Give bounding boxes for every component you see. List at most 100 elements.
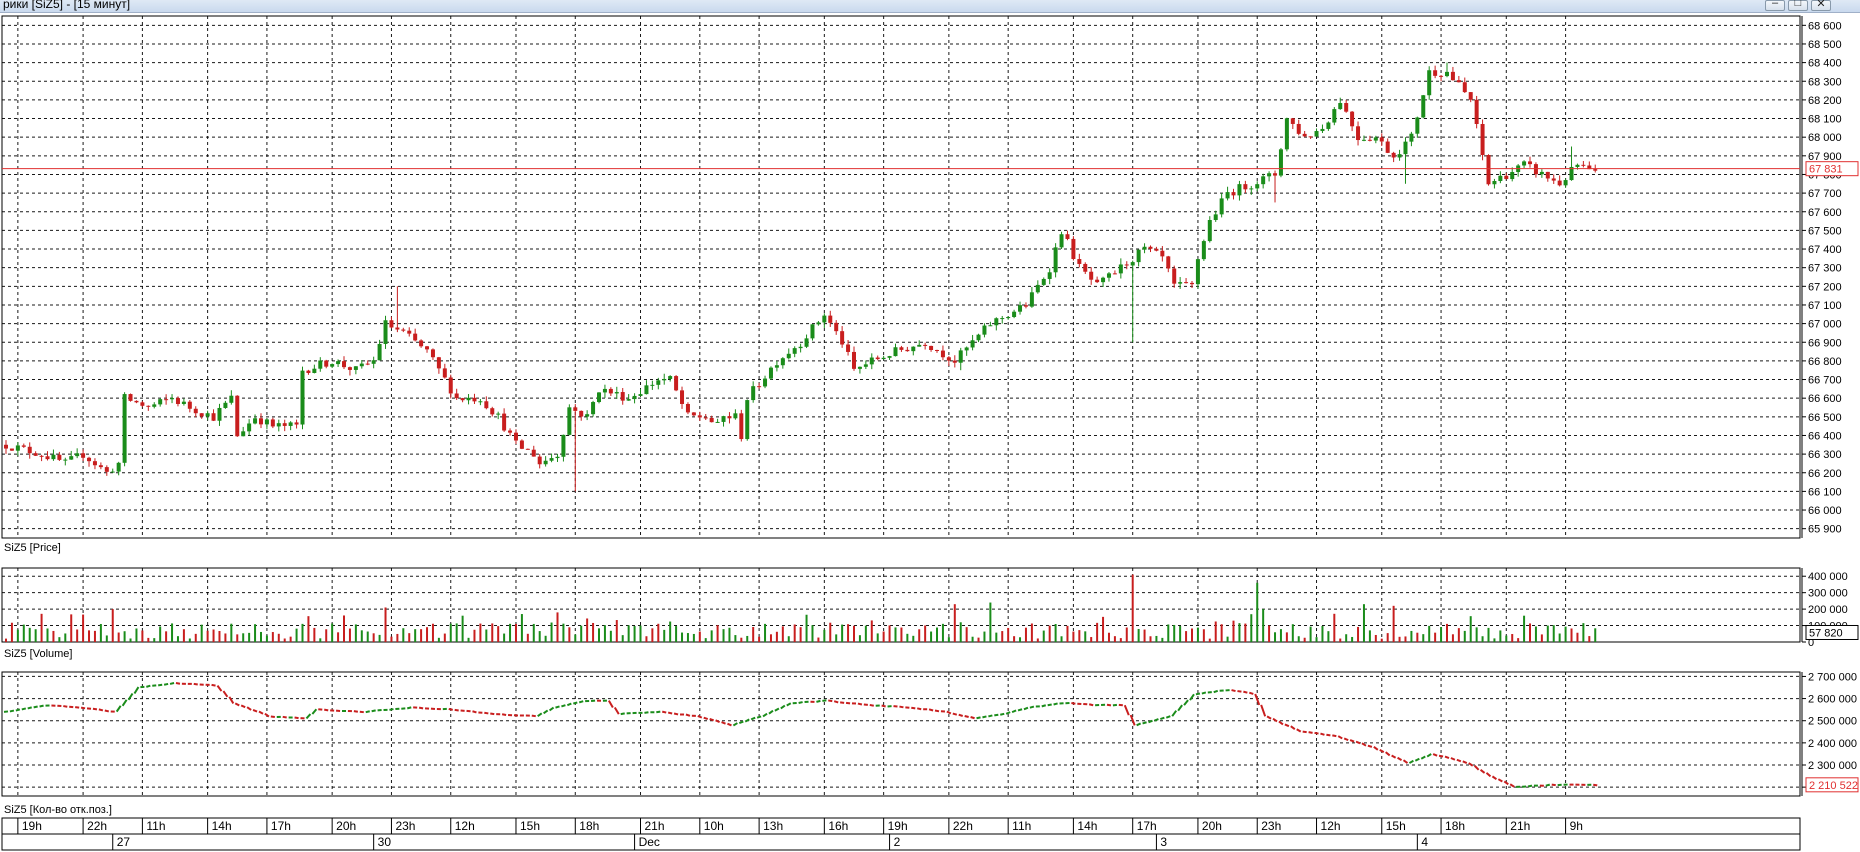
volume-panel-ytick-label: 200 000: [1808, 604, 1848, 616]
oi-segment: [916, 707, 922, 711]
oi-segment: [1237, 690, 1242, 693]
price-candle-body: [1350, 111, 1355, 127]
price-candle-body: [531, 449, 536, 457]
price-candle-body: [425, 346, 430, 350]
price-candle-body: [721, 416, 726, 422]
oi-segment: [98, 708, 104, 712]
price-candle-body: [1510, 172, 1515, 180]
hour-tick-label: 19h: [22, 819, 42, 833]
oi-segment: [964, 715, 969, 718]
oi-segment: [1450, 757, 1456, 761]
price-candle-body: [1018, 305, 1023, 312]
price-candle-body: [1498, 175, 1503, 182]
hour-tick-label: 21h: [1510, 819, 1530, 833]
oi-segment: [1473, 765, 1480, 771]
price-candle-body: [1421, 95, 1426, 118]
hour-tick-label: 15h: [1386, 819, 1406, 833]
price-candle-body: [680, 390, 685, 404]
oi-segment: [661, 710, 667, 714]
price-candle-body: [1356, 126, 1361, 141]
price-candle-body: [395, 327, 400, 330]
price-panel-ytick-label: 68 000: [1808, 132, 1842, 144]
volume-panel-ytick-label: 400 000: [1808, 571, 1848, 583]
price-candle-body: [822, 315, 827, 323]
price-candle-body: [389, 320, 394, 328]
oi-segment: [1266, 715, 1272, 720]
price-candle-body: [419, 340, 424, 347]
price-candle-body: [383, 320, 388, 344]
price-candle-body: [478, 401, 483, 403]
hour-tick-label: 11h: [1012, 819, 1031, 833]
oi-segment: [1462, 760, 1468, 764]
oi-panel-ytick-label: 2 600 000: [1808, 694, 1857, 706]
price-candle-body: [1112, 273, 1117, 275]
oi-segment: [1314, 731, 1319, 735]
oi-segment: [1332, 734, 1337, 738]
price-candle-body: [1557, 180, 1562, 186]
oi-segment: [365, 710, 370, 714]
price-candle-body: [152, 404, 157, 407]
price-candle-body: [940, 350, 945, 358]
oi-segment: [928, 708, 934, 712]
price-candle-body: [834, 322, 839, 332]
price-candle-body: [1106, 273, 1111, 278]
price-candle-body: [585, 414, 590, 417]
oi-segment: [738, 720, 744, 725]
price-candle-body: [810, 324, 815, 339]
price-panel-ytick-label: 67 000: [1808, 319, 1842, 331]
volume-panel: 400 000300 000200 000100 0000: [1, 567, 1848, 649]
oi-segment: [727, 722, 732, 727]
price-candle-body: [1563, 180, 1568, 186]
price-candle-body: [1338, 103, 1343, 110]
price-candle-body: [851, 351, 856, 369]
oi-segment: [211, 683, 216, 687]
oi-segment: [1177, 704, 1183, 712]
oi-segment: [158, 683, 163, 687]
oi-segment: [406, 706, 412, 710]
price-candle-body: [1178, 282, 1183, 284]
oi-segment: [1420, 755, 1426, 760]
oi-segment: [762, 712, 768, 718]
price-candle-body: [745, 400, 750, 440]
oi-segment: [1106, 703, 1112, 707]
price-candle-body: [57, 454, 62, 460]
oi-segment: [1414, 757, 1420, 762]
oi-segment: [1426, 753, 1432, 758]
oi-segment: [946, 710, 952, 715]
price-candle-body: [579, 410, 584, 417]
price-candle-body: [513, 432, 518, 441]
price-candle-body: [1361, 139, 1366, 141]
price-candle-body: [377, 343, 382, 361]
price-candle-body: [709, 417, 714, 423]
price-candle-body: [407, 330, 412, 334]
price-panel-ytick-label: 66 200: [1808, 468, 1842, 480]
oi-segment: [15, 708, 21, 712]
oi-segment: [1136, 722, 1142, 727]
day-tick-label: 27: [117, 835, 131, 849]
oi-segment: [566, 702, 572, 707]
price-candle-body: [911, 346, 916, 352]
price-panel-ytick-label: 68 600: [1808, 20, 1842, 32]
price-candle-body: [697, 415, 702, 418]
price-candle-body: [1320, 128, 1325, 132]
price-candle-body: [964, 347, 969, 351]
chart-area[interactable]: 68 600 68 500 68 400 68 300 68 200 68 100 68 0…: [0, 0, 1860, 852]
price-candle-body: [768, 367, 773, 379]
price-candle-body: [276, 423, 281, 427]
price-candle-body: [217, 407, 222, 421]
day-tick-label: 3: [1160, 835, 1167, 849]
price-candle-body: [181, 401, 186, 404]
price-candle-body: [508, 430, 513, 433]
price-candle-body: [1480, 124, 1485, 155]
price-candle-body: [674, 376, 679, 391]
oi-segment: [418, 706, 424, 710]
oi-segment: [982, 715, 987, 719]
oi-panel-ytick-label: 2 500 000: [1808, 716, 1857, 728]
oi-segment: [175, 682, 181, 685]
oi-segment: [1189, 693, 1195, 701]
price-candle-body: [1237, 184, 1242, 196]
oi-segment: [774, 707, 780, 712]
oi-segment: [744, 718, 750, 723]
oi-segment: [1213, 689, 1219, 694]
price-panel-ytick-label: 67 100: [1808, 300, 1842, 312]
